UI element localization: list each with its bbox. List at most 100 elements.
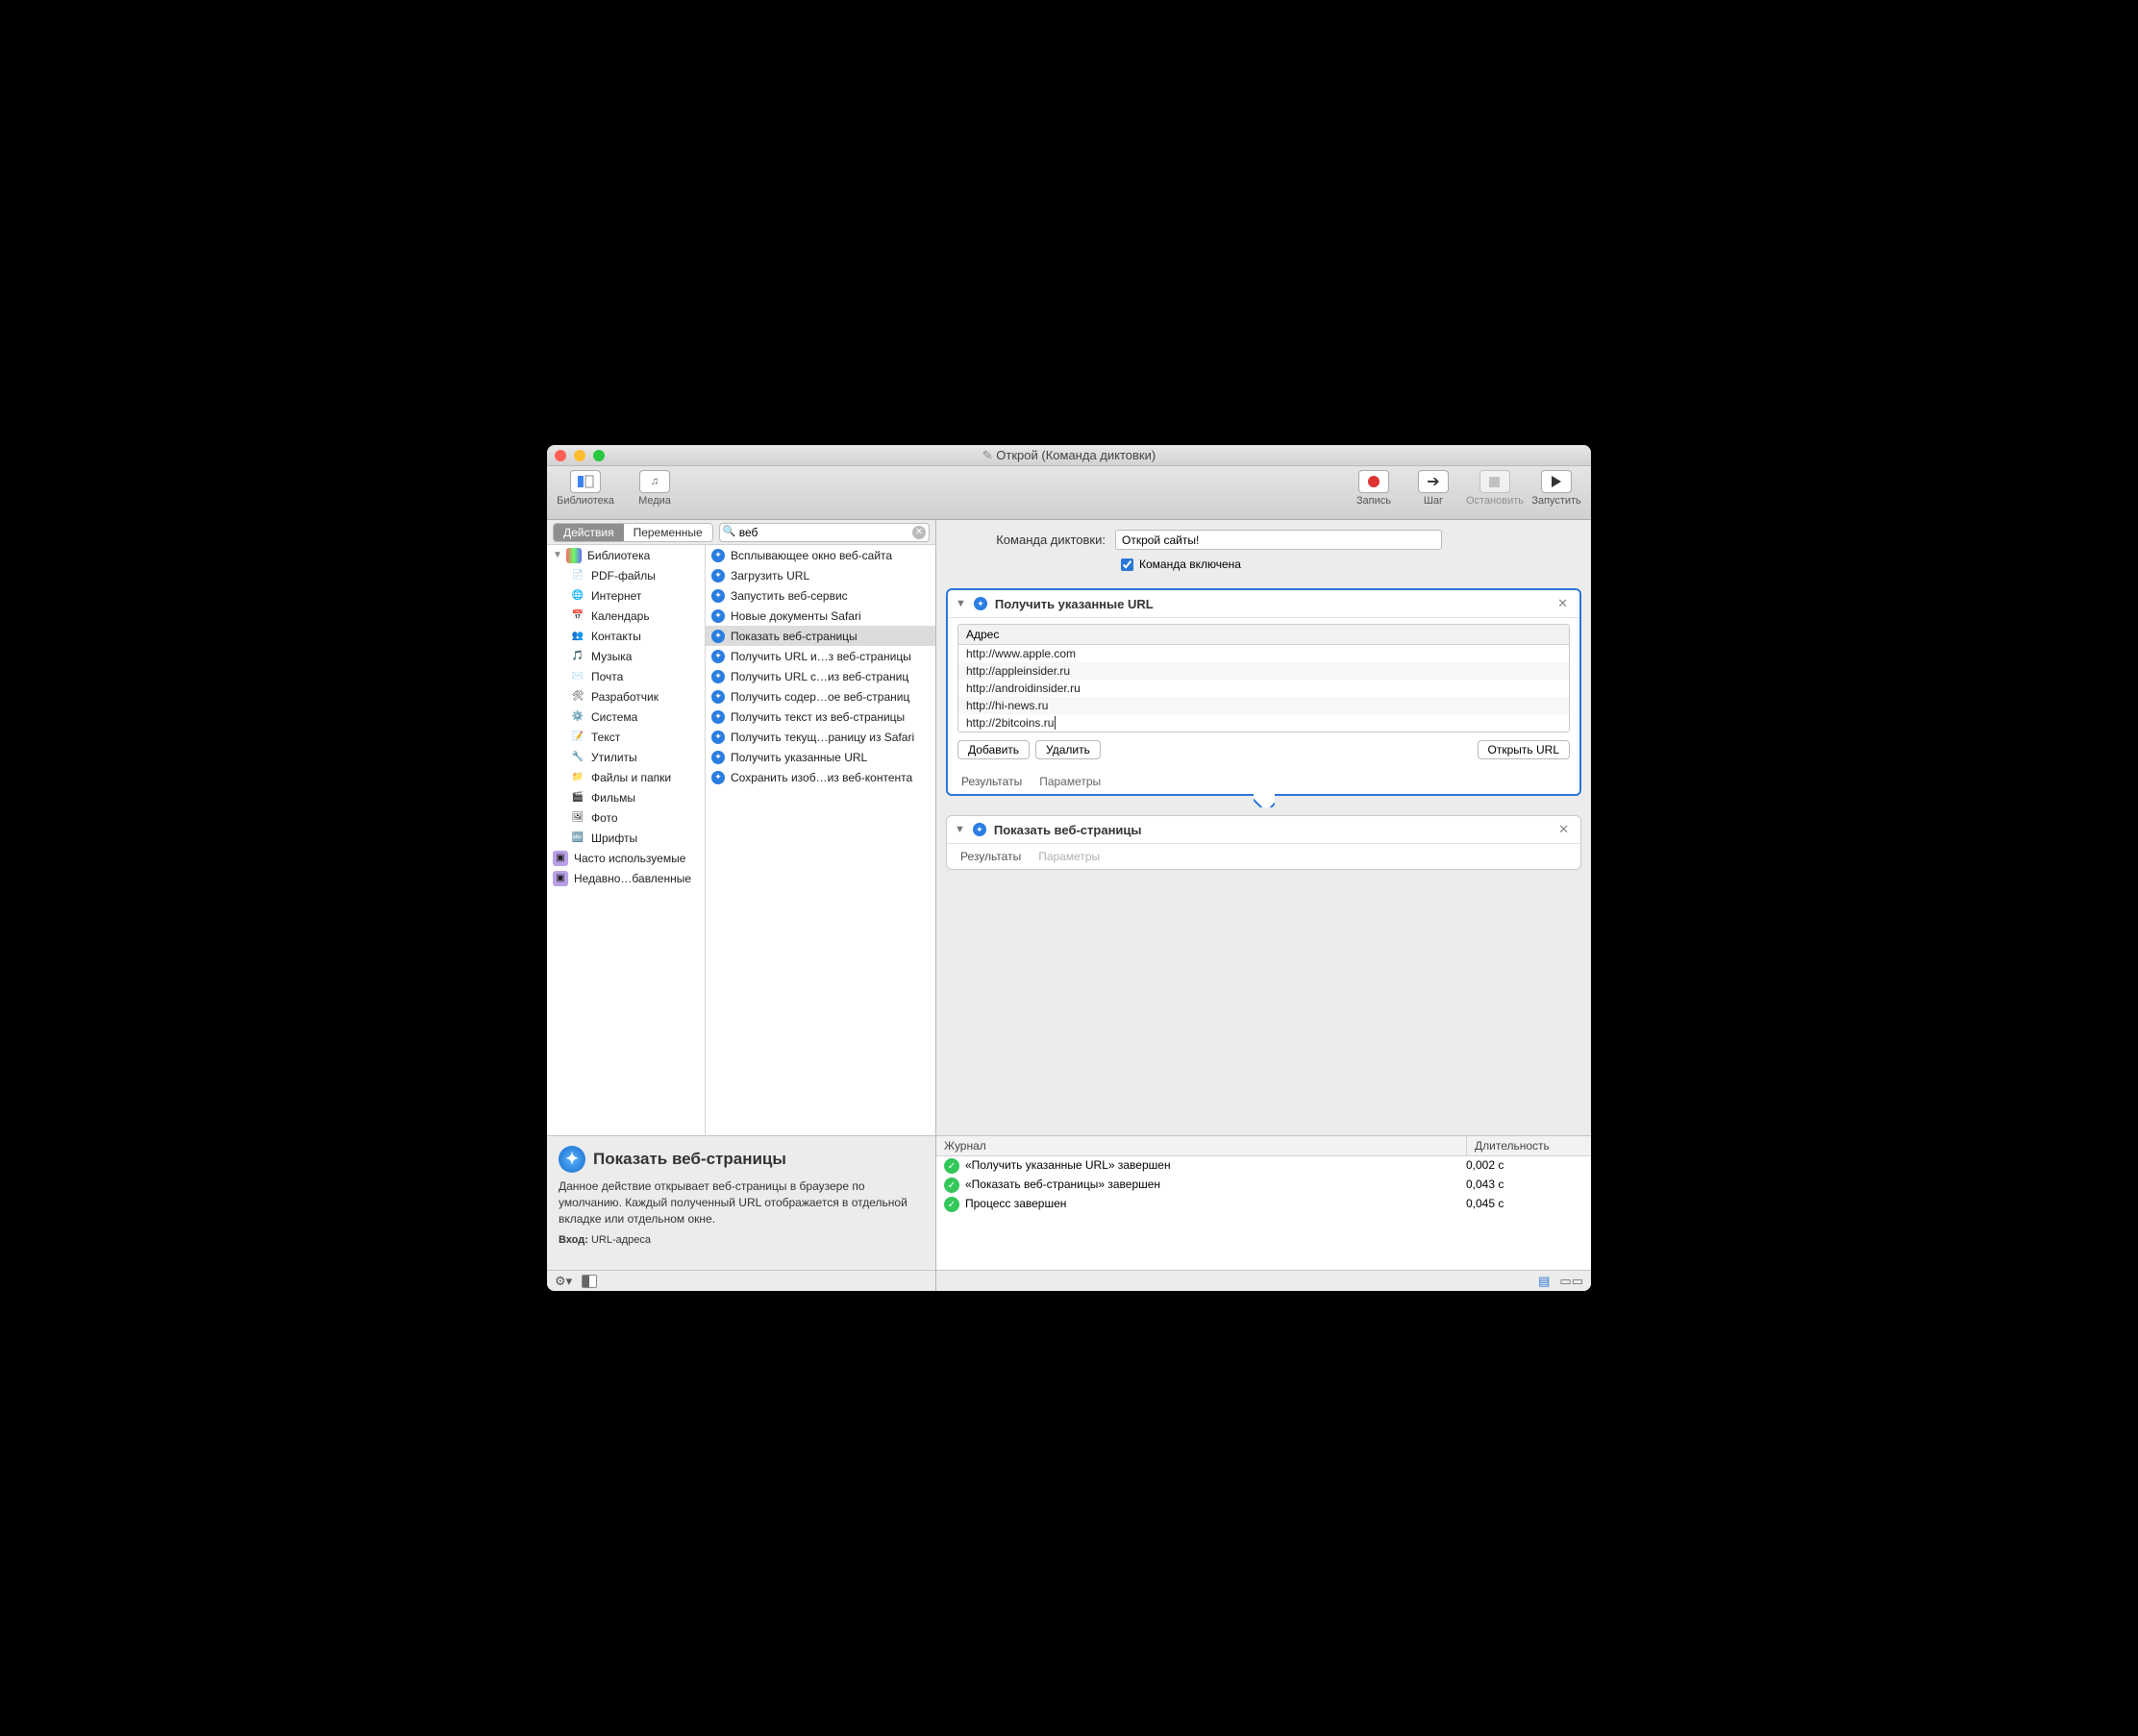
info-title: Показать веб-страницы (593, 1150, 786, 1169)
disclosure-icon[interactable]: ▼ (955, 824, 965, 835)
action-list-item[interactable]: ✦Запустить веб-сервис (706, 585, 935, 606)
safari-icon: ✦ (559, 1146, 585, 1173)
toolbar: Библиотека ♫ Медиа Запись ➔ Шаг Останови… (547, 466, 1591, 520)
media-toolbar-button[interactable]: ♫ Медиа (624, 470, 685, 507)
library-folder[interactable]: ▣Недавно…бавленные (547, 868, 705, 888)
dictation-command-input[interactable] (1115, 530, 1442, 550)
library-item[interactable]: 🔧Утилиты (547, 747, 705, 767)
library-item[interactable]: 📝Текст (547, 727, 705, 747)
action-list-item[interactable]: ✦Получить содер…ое веб-страниц (706, 686, 935, 707)
library-root[interactable]: ▼Библиотека (547, 545, 705, 565)
action-show-webpages[interactable]: ▼ ✦ Показать веб-страницы ✕ Результаты П… (946, 815, 1581, 870)
action-list-item[interactable]: ✦Получить URL и…з веб-страницы (706, 646, 935, 666)
action-list-item[interactable]: ✦Показать веб-страницы (706, 626, 935, 646)
log-row: ✓Процесс завершен0,045 с (936, 1195, 1591, 1214)
url-row[interactable]: http://androidinsider.ru (958, 680, 1569, 697)
results-tab[interactable]: Результаты (960, 850, 1021, 863)
params-tab[interactable]: Параметры (1039, 775, 1101, 788)
remove-action-icon[interactable]: ✕ (1554, 596, 1572, 611)
action-title: Получить указанные URL (995, 597, 1154, 611)
view-grid-icon[interactable]: ▭▭ (1559, 1274, 1583, 1289)
log-header-journal: Журнал (936, 1136, 1466, 1155)
action-title: Показать веб-страницы (994, 823, 1142, 837)
open-url-button[interactable]: Открыть URL (1478, 740, 1570, 759)
zoom-icon[interactable] (593, 450, 605, 461)
command-enabled-label: Команда включена (1139, 558, 1241, 571)
step-icon: ➔ (1427, 472, 1439, 491)
library-item[interactable]: 📁Файлы и папки (547, 767, 705, 787)
titlebar: Открой (Команда диктовки) (547, 445, 1591, 466)
info-pane: ✦ Показать веб-страницы Данное действие … (547, 1135, 935, 1270)
pane-tabs[interactable]: Действия Переменные (553, 523, 713, 542)
library-item[interactable]: 📅Календарь (547, 606, 705, 626)
window-title: Открой (Команда диктовки) (547, 448, 1591, 463)
view-list-icon[interactable]: ▤ (1538, 1274, 1550, 1289)
action-list-item[interactable]: ✦Получить текущ…раницу из Safari (706, 727, 935, 747)
params-tab[interactable]: Параметры (1038, 850, 1100, 863)
actions-list[interactable]: ✦Всплывающее окно веб-сайта✦Загрузить UR… (706, 545, 935, 1135)
layout-toggle-icon[interactable] (582, 1275, 597, 1288)
search-input[interactable]: ✕ (719, 523, 930, 542)
media-icon: ♫ (639, 470, 670, 493)
library-item[interactable]: ✉️Почта (547, 666, 705, 686)
check-icon: ✓ (944, 1197, 959, 1212)
check-icon: ✓ (944, 1178, 959, 1193)
log-header-duration: Длительность (1466, 1136, 1591, 1155)
library-list[interactable]: ▼Библиотека📄PDF-файлы🌐Интернет📅Календарь… (547, 545, 706, 1135)
url-row[interactable]: http://hi-news.ru (958, 697, 1569, 714)
run-button[interactable]: Запустить (1529, 470, 1583, 507)
action-list-item[interactable]: ✦Сохранить изоб…из веб-контента (706, 767, 935, 787)
step-button[interactable]: ➔ Шаг (1406, 470, 1460, 507)
library-item[interactable]: 🎬Фильмы (547, 787, 705, 807)
library-item[interactable]: 🔤Шрифты (547, 828, 705, 848)
action-list-item[interactable]: ✦Получить указанные URL (706, 747, 935, 767)
library-item[interactable]: 🌐Интернет (547, 585, 705, 606)
url-row[interactable]: http://appleinsider.ru (958, 662, 1569, 680)
record-icon (1368, 476, 1380, 487)
library-toolbar-button[interactable]: Библиотека (555, 470, 616, 507)
url-header: Адрес (958, 625, 1569, 645)
results-tab[interactable]: Результаты (961, 775, 1022, 788)
stop-icon (1489, 477, 1500, 487)
connector-icon (1254, 794, 1275, 807)
tab-actions[interactable]: Действия (554, 524, 624, 541)
url-table[interactable]: Адрес http://www.apple.comhttp://applein… (957, 624, 1570, 732)
library-folder[interactable]: ▣Часто используемые (547, 848, 705, 868)
disclosure-icon[interactable]: ▼ (956, 598, 966, 609)
library-item[interactable]: 🖼Фото (547, 807, 705, 828)
library-icon (570, 470, 601, 493)
check-icon: ✓ (944, 1158, 959, 1174)
delete-button[interactable]: Удалить (1035, 740, 1101, 759)
library-item[interactable]: 📄PDF-файлы (547, 565, 705, 585)
action-list-item[interactable]: ✦Получить текст из веб-страницы (706, 707, 935, 727)
library-item[interactable]: 🎵Музыка (547, 646, 705, 666)
action-list-item[interactable]: ✦Новые документы Safari (706, 606, 935, 626)
minimize-icon[interactable] (574, 450, 585, 461)
safari-action-icon: ✦ (974, 597, 987, 610)
log-row: ✓«Получить указанные URL» завершен0,002 … (936, 1156, 1591, 1176)
clear-search-icon[interactable]: ✕ (912, 526, 926, 539)
action-list-item[interactable]: ✦Всплывающее окно веб-сайта (706, 545, 935, 565)
library-item[interactable]: ⚙️Система (547, 707, 705, 727)
url-row[interactable]: http://2bitcoins.ru (958, 714, 1569, 732)
log-pane: Журнал Длительность ✓«Получить указанные… (936, 1135, 1591, 1270)
remove-action-icon[interactable]: ✕ (1554, 822, 1573, 837)
info-description: Данное действие открывает веб-страницы в… (559, 1178, 924, 1227)
action-get-urls[interactable]: ▼ ✦ Получить указанные URL ✕ Адрес http:… (946, 588, 1581, 796)
command-enabled-checkbox[interactable] (1121, 558, 1133, 571)
record-button[interactable]: Запись (1347, 470, 1401, 507)
action-list-item[interactable]: ✦Загрузить URL (706, 565, 935, 585)
play-icon (1552, 476, 1561, 487)
tab-variables[interactable]: Переменные (624, 524, 712, 541)
action-list-item[interactable]: ✦Получить URL с…из веб-страниц (706, 666, 935, 686)
url-row[interactable]: http://www.apple.com (958, 645, 1569, 662)
stop-button[interactable]: Остановить (1466, 470, 1524, 507)
library-item[interactable]: 👥Контакты (547, 626, 705, 646)
dictation-command-label: Команда диктовки: (952, 533, 1106, 547)
add-button[interactable]: Добавить (957, 740, 1030, 759)
close-icon[interactable] (555, 450, 566, 461)
library-item[interactable]: 🛠Разработчик (547, 686, 705, 707)
gear-icon[interactable]: ⚙︎▾ (555, 1274, 572, 1289)
log-row: ✓«Показать веб-страницы» завершен0,043 с (936, 1176, 1591, 1195)
safari-action-icon: ✦ (973, 823, 986, 836)
